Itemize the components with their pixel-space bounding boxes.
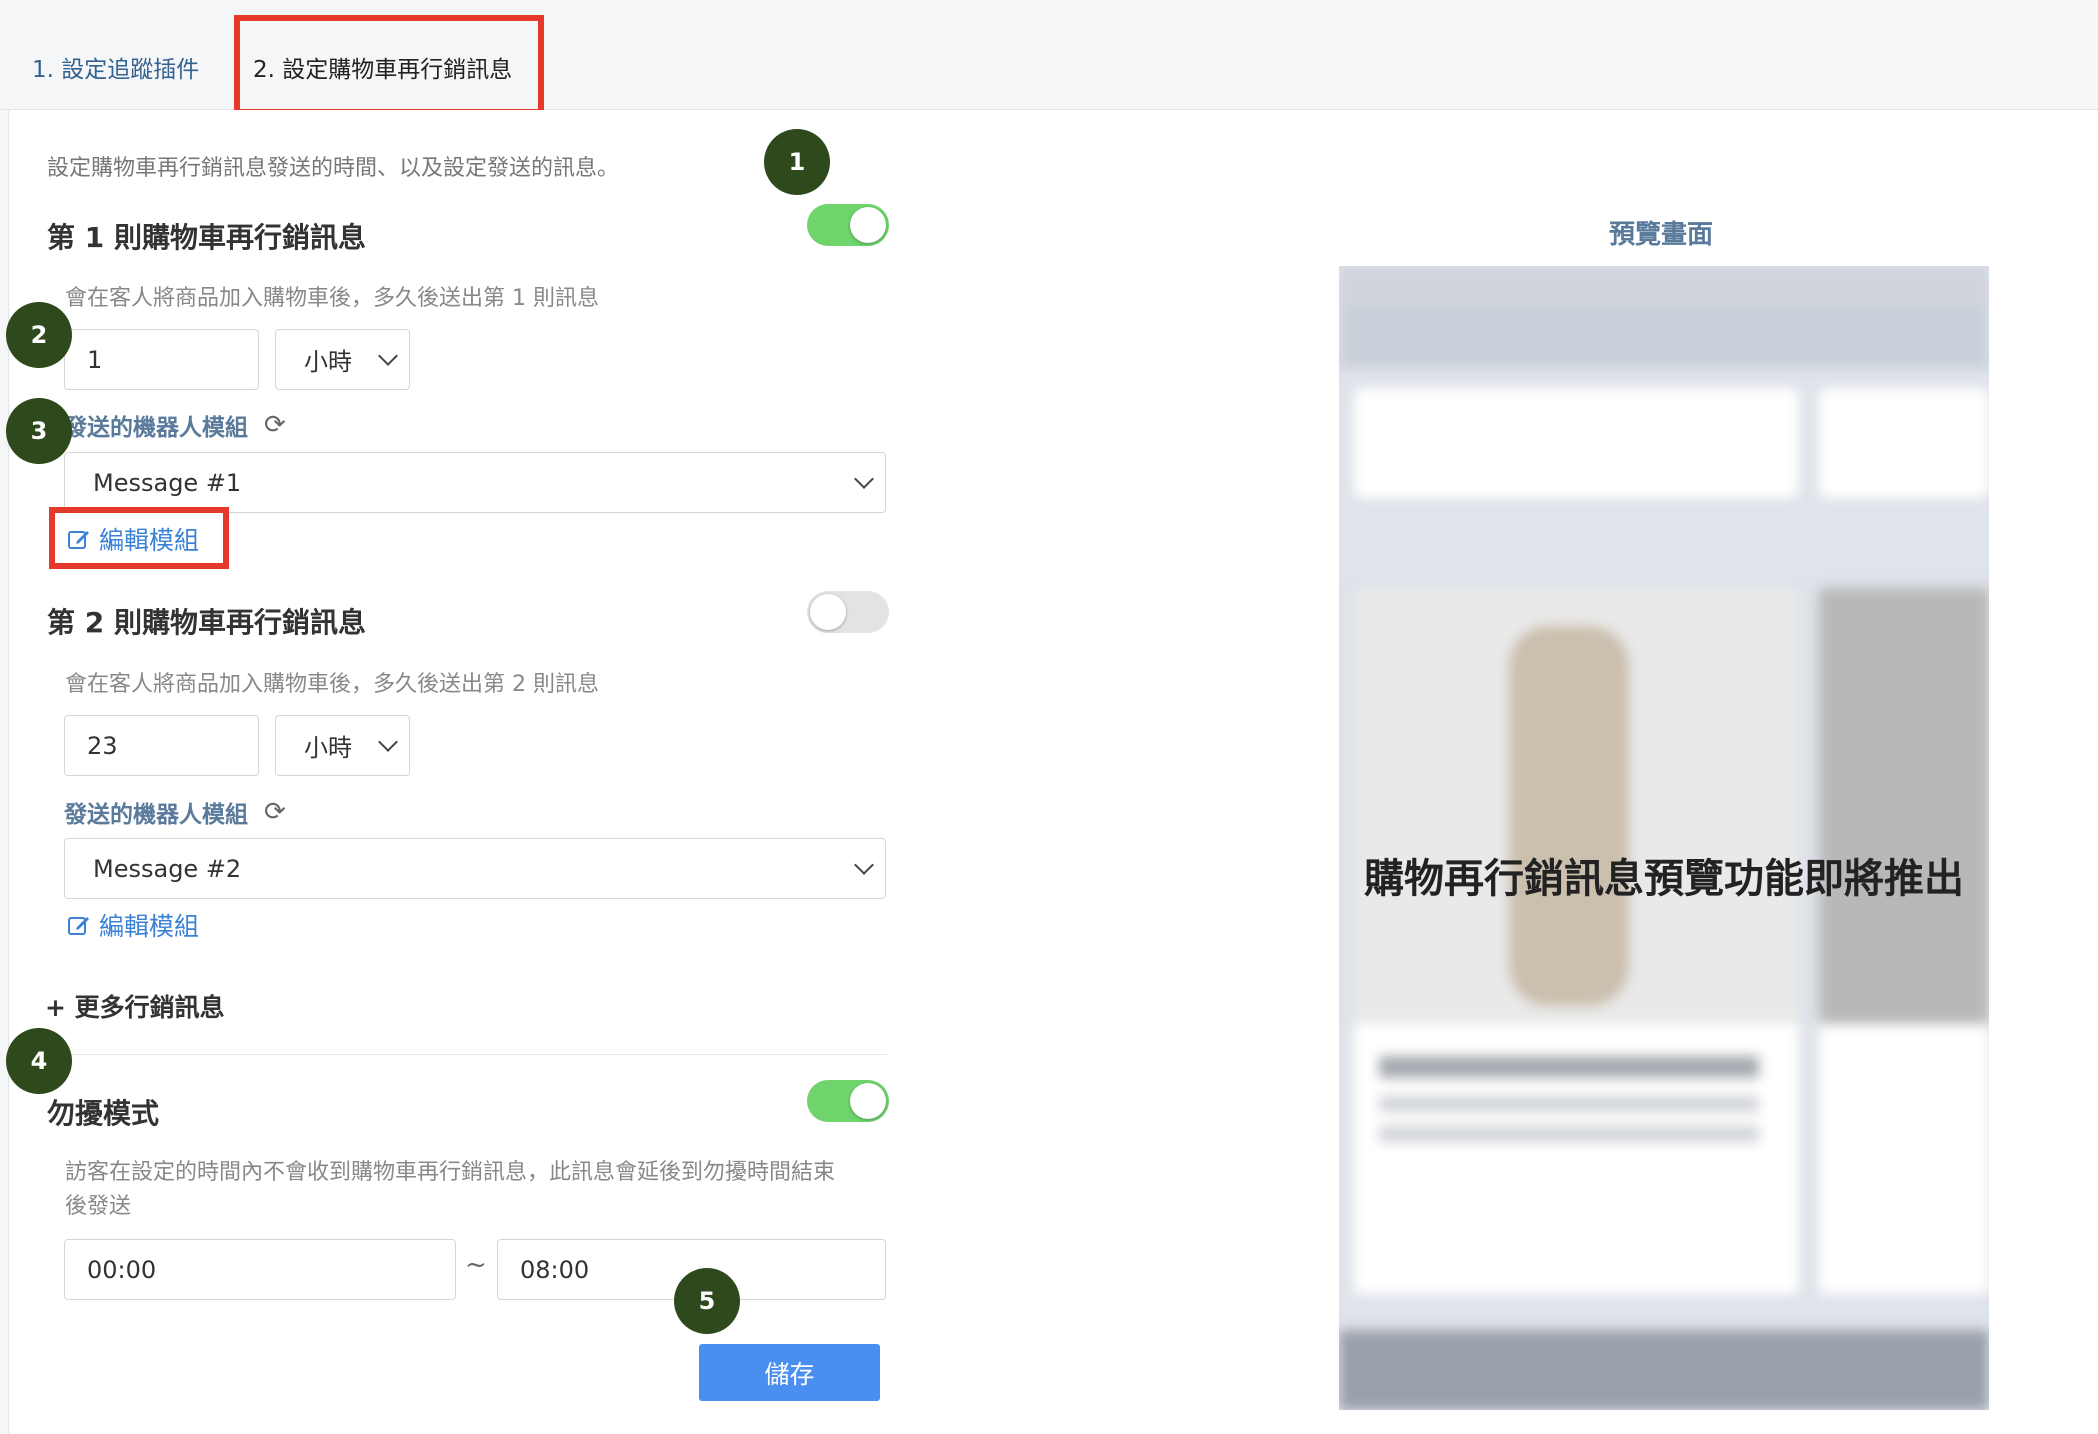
step-badge-2: 2 [6, 302, 72, 368]
refresh-icon[interactable]: ⟳ [264, 797, 286, 827]
toggle-knob [810, 594, 846, 630]
message2-hint: 會在客人將商品加入購物車後，多久後送出第 2 則訊息 [65, 672, 599, 697]
message2-unit-value: 小時 [304, 734, 352, 762]
refresh-icon[interactable]: ⟳ [264, 410, 286, 440]
message2-toggle[interactable] [807, 591, 889, 633]
step-badge-1: 1 [764, 129, 830, 195]
module-label-text: 發送的機器人模組 [64, 802, 248, 828]
settings-panel: 設定購物車再行銷訊息發送的時間、以及設定發送的訊息。 第 1 則購物車再行銷訊息… [8, 110, 2098, 1434]
phone-preview: 購物再行銷訊息預覽功能即將推出 [1339, 266, 1989, 1410]
message1-unit-value: 小時 [304, 348, 352, 376]
blurred-preview-content [1339, 266, 1989, 1410]
message2-module-value: Message #2 [93, 854, 242, 883]
message1-module-select[interactable]: Message #1 [64, 452, 886, 513]
dnd-range-separator: ~ [465, 1250, 487, 1280]
tab-bar: 1. 設定追蹤插件 2. 設定購物車再行銷訊息 [0, 0, 2098, 115]
message1-module-label: 發送的機器人模組 ⟳ [64, 408, 286, 442]
step-badge-4: 4 [6, 1028, 72, 1094]
edit-module-highlight-box [49, 507, 229, 569]
dnd-title: 勿擾模式 [47, 1097, 160, 1130]
message2-title: 第 2 則購物車再行銷訊息 [47, 606, 366, 639]
tab-tracking-plugin[interactable]: 1. 設定追蹤插件 [32, 50, 199, 84]
step-badge-5: 5 [674, 1268, 740, 1334]
dnd-hint-line1: 訪客在設定的時間內不會收到購物車再行銷訊息，此訊息會延後到勿擾時間結束 [65, 1160, 836, 1185]
message1-unit-select[interactable]: 小時 [275, 329, 410, 390]
chevron-down-icon [854, 468, 874, 489]
section-divider [47, 1054, 887, 1055]
toggle-knob [850, 1083, 886, 1119]
add-more-messages-button[interactable]: + 更多行銷訊息 [45, 988, 225, 1024]
chevron-down-icon [854, 854, 874, 875]
module-label-text: 發送的機器人模組 [64, 415, 248, 441]
edit-module-label: 編輯模組 [99, 912, 200, 941]
edit-icon [68, 917, 89, 935]
dnd-toggle[interactable] [807, 1080, 889, 1122]
message1-delay-input[interactable]: 1 [64, 329, 259, 390]
toggle-knob [850, 207, 886, 243]
dnd-start-time-input[interactable]: 00:00 [64, 1239, 456, 1300]
message2-edit-module-link[interactable]: 編輯模組 [67, 907, 199, 943]
step-badge-3: 3 [6, 398, 72, 464]
message1-hint: 會在客人將商品加入購物車後，多久後送出第 1 則訊息 [65, 286, 599, 311]
message2-module-label: 發送的機器人模組 ⟳ [64, 795, 286, 829]
message2-unit-select[interactable]: 小時 [275, 715, 410, 776]
chevron-down-icon [378, 731, 398, 752]
message1-toggle[interactable] [807, 204, 889, 246]
preview-title: 預覽畫面 [1609, 220, 1714, 250]
chevron-down-icon [378, 345, 398, 366]
message1-title: 第 1 則購物車再行銷訊息 [47, 221, 366, 254]
dnd-hint-line2: 後發送 [65, 1194, 132, 1219]
tab-highlight-box [234, 15, 544, 115]
message2-delay-input[interactable]: 23 [64, 715, 259, 776]
message2-module-select[interactable]: Message #2 [64, 838, 886, 899]
message1-module-value: Message #1 [93, 468, 242, 497]
preview-coming-soon-text: 購物再行銷訊息預覽功能即將推出 [1364, 856, 1964, 902]
save-button[interactable]: 儲存 [699, 1344, 880, 1401]
page-description: 設定購物車再行銷訊息發送的時間、以及設定發送的訊息。 [47, 156, 620, 181]
